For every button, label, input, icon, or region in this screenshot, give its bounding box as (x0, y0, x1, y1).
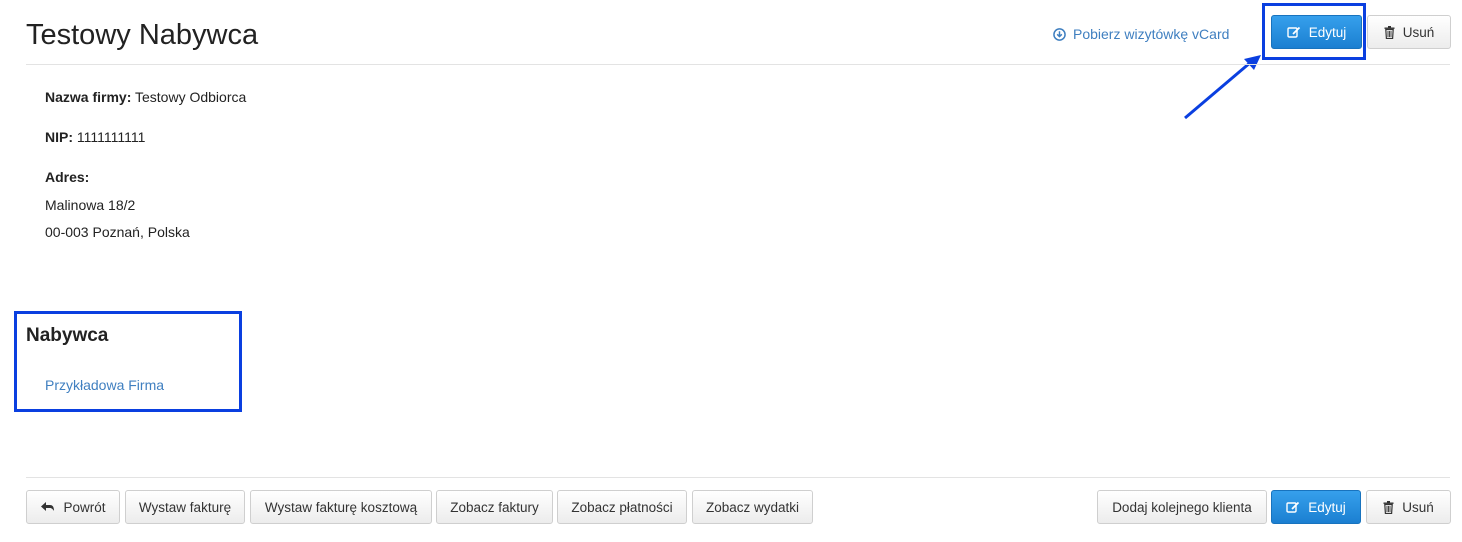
issue-cost-invoice-label: Wystaw fakturę kosztową (264, 499, 418, 515)
delete-button-top[interactable]: Usuń (1367, 15, 1451, 49)
add-client-label: Dodaj kolejnego klienta (1112, 499, 1252, 515)
download-circle-icon (1053, 27, 1066, 41)
footer-divider (26, 477, 1450, 478)
edit-button-bottom[interactable]: Edytuj (1271, 490, 1361, 524)
back-button[interactable]: Powrót (26, 490, 120, 524)
address-label: Adres: (45, 169, 90, 185)
view-expenses-label: Zobacz wydatki (705, 499, 800, 515)
edit-icon (1286, 501, 1300, 513)
delete-button-label: Usuń (1402, 499, 1434, 515)
vcard-link-label: Pobierz wizytówkę vCard (1073, 26, 1230, 42)
nip-label: NIP: (45, 129, 73, 145)
view-payments-label: Zobacz płatności (571, 499, 673, 515)
annotation-arrow (1184, 55, 1261, 120)
back-button-label: Powrót (63, 499, 106, 515)
edit-button-label: Edytuj (1308, 499, 1346, 515)
annotation-highlight-edit (1262, 3, 1366, 60)
company-name-label: Nazwa firmy: (45, 89, 132, 105)
issue-invoice-button[interactable]: Wystaw fakturę (125, 490, 245, 524)
issue-invoice-label: Wystaw fakturę (138, 499, 232, 515)
arrow-left-icon (41, 502, 55, 511)
nip-value: 1111111111 (76, 129, 146, 145)
delete-button-label: Usuń (1402, 24, 1435, 40)
buyer-link[interactable]: Przykładowa Firma (45, 375, 164, 395)
address-line-2: 00-003 Poznań, Polska (45, 224, 190, 240)
view-invoices-label: Zobacz faktury (450, 499, 539, 515)
view-payments-button[interactable]: Zobacz płatności (557, 490, 687, 524)
vcard-download-link[interactable]: Pobierz wizytówkę vCard (1053, 24, 1229, 44)
company-name-row: Nazwa firmy: Testowy Odbiorca (45, 87, 246, 107)
view-expenses-button[interactable]: Zobacz wydatki (692, 490, 813, 524)
nip-row: NIP: 1111111111 (45, 127, 145, 147)
add-client-button[interactable]: Dodaj kolejnego klienta (1097, 490, 1267, 524)
view-invoices-button[interactable]: Zobacz faktury (436, 490, 553, 524)
page-title: Testowy Nabywca (26, 19, 259, 51)
buyer-section-title: Nabywca (26, 325, 109, 346)
trash-icon (1383, 500, 1394, 514)
header-divider (26, 64, 1450, 65)
trash-icon (1384, 25, 1395, 39)
address-line-1: Malinowa 18/2 (45, 197, 136, 213)
company-name-value: Testowy Odbiorca (135, 89, 247, 105)
delete-button-bottom[interactable]: Usuń (1366, 490, 1451, 524)
issue-cost-invoice-button[interactable]: Wystaw fakturę kosztową (250, 490, 432, 524)
